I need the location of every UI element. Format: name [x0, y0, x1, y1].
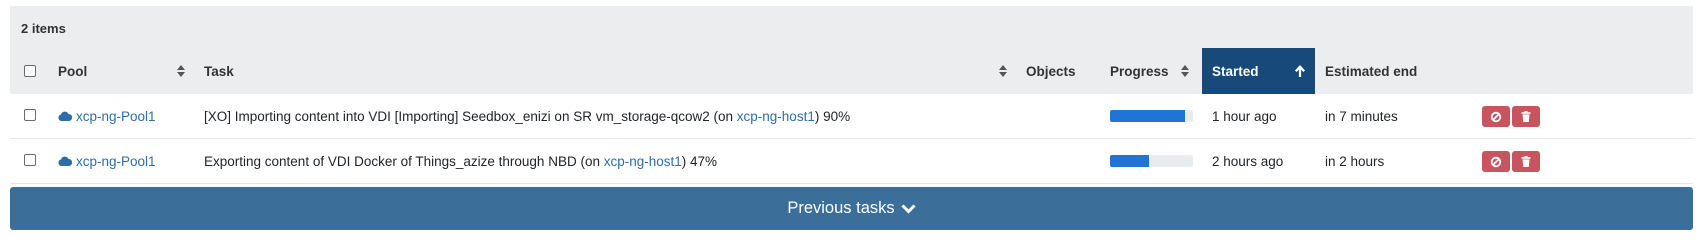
- progress-bar-fill: [1110, 155, 1149, 167]
- column-header-task[interactable]: Task: [204, 48, 1012, 94]
- column-header-estimated-end-label: Estimated end: [1325, 63, 1418, 79]
- task-cell: Exporting content of VDI Docker of Thing…: [204, 139, 717, 183]
- progress-cell: [1110, 94, 1193, 138]
- previous-tasks-button[interactable]: Previous tasks: [10, 187, 1693, 230]
- trash-icon: [1521, 156, 1531, 167]
- arrow-up-icon: [1295, 65, 1305, 77]
- task-text: [XO] Importing content into VDI [Importi…: [204, 108, 737, 124]
- sort-icon: [176, 65, 186, 77]
- column-header-estimated-end[interactable]: Estimated end: [1325, 48, 1475, 94]
- previous-tasks-label: Previous tasks: [787, 199, 895, 217]
- tasks-table: 2 items Pool Task Objects Progress Start…: [10, 6, 1693, 230]
- column-header-progress[interactable]: Progress: [1110, 48, 1190, 94]
- cancel-task-button[interactable]: [1482, 151, 1510, 172]
- task-progress-text: ) 90%: [814, 108, 851, 124]
- cloud-icon: [58, 111, 72, 121]
- pool-link[interactable]: xcp-ng-Pool1: [76, 154, 156, 169]
- progress-cell: [1110, 139, 1193, 183]
- pool-cell: xcp-ng-Pool1: [58, 139, 156, 183]
- table-row: xcp-ng-Pool1 [XO] Importing content into…: [10, 94, 1693, 139]
- ban-icon: [1490, 111, 1502, 122]
- table-header-panel: 2 items Pool Task Objects Progress Start…: [10, 6, 1693, 94]
- trash-icon: [1521, 111, 1531, 122]
- cloud-icon: [58, 156, 72, 166]
- column-header-pool-label: Pool: [58, 63, 88, 79]
- column-header-started[interactable]: Started: [1202, 48, 1315, 94]
- table-header-row: Pool Task Objects Progress Started Estim…: [10, 48, 1693, 94]
- delete-task-button[interactable]: [1512, 106, 1540, 127]
- task-text: Exporting content of VDI Docker of Thing…: [204, 153, 604, 169]
- row-checkbox[interactable]: [24, 109, 36, 121]
- chevron-down-icon: [901, 204, 916, 214]
- started-cell: 1 hour ago: [1212, 108, 1277, 124]
- progress-bar: [1110, 110, 1193, 122]
- pool-link[interactable]: xcp-ng-Pool1: [76, 109, 156, 124]
- ban-icon: [1490, 156, 1502, 167]
- task-progress-text: ) 47%: [681, 153, 718, 169]
- column-header-objects[interactable]: Objects: [1026, 48, 1096, 94]
- cancel-task-button[interactable]: [1482, 106, 1510, 127]
- table-row: xcp-ng-Pool1 Exporting content of VDI Do…: [10, 139, 1693, 184]
- pool-cell: xcp-ng-Pool1: [58, 94, 156, 138]
- sort-icon: [1180, 65, 1190, 77]
- host-link[interactable]: xcp-ng-host1: [737, 109, 815, 124]
- column-header-objects-label: Objects: [1026, 63, 1076, 79]
- started-cell: 2 hours ago: [1212, 153, 1284, 169]
- column-header-task-label: Task: [204, 63, 234, 79]
- column-header-progress-label: Progress: [1110, 63, 1169, 79]
- row-checkbox[interactable]: [24, 154, 36, 166]
- host-link[interactable]: xcp-ng-host1: [604, 154, 682, 169]
- progress-bar: [1110, 155, 1193, 167]
- delete-task-button[interactable]: [1512, 151, 1540, 172]
- estimated-end-cell: in 2 hours: [1325, 153, 1385, 169]
- task-cell: [XO] Importing content into VDI [Importi…: [204, 94, 850, 138]
- progress-bar-fill: [1110, 110, 1185, 122]
- column-header-started-label: Started: [1212, 63, 1259, 79]
- select-all-checkbox[interactable]: [24, 65, 36, 77]
- estimated-end-cell: in 7 minutes: [1325, 108, 1398, 124]
- items-count: 2 items: [21, 21, 66, 36]
- sort-icon: [998, 65, 1008, 77]
- column-header-pool[interactable]: Pool: [58, 48, 188, 94]
